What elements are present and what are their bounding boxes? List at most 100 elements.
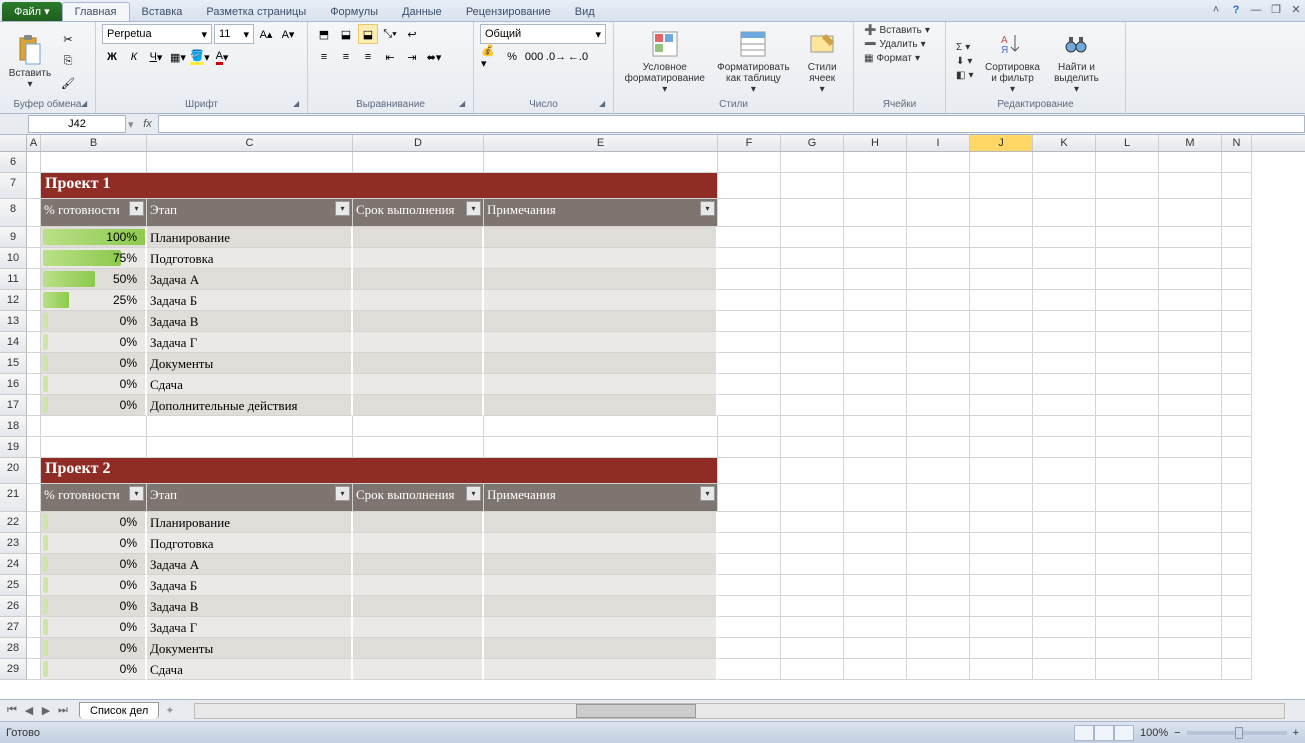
cell[interactable] — [353, 269, 484, 290]
column-header-B[interactable]: B — [41, 135, 147, 151]
cell[interactable] — [1159, 199, 1222, 227]
orientation-button[interactable]: ⤡▾ — [380, 24, 400, 44]
cut-button[interactable]: ✂ — [58, 30, 78, 50]
cell[interactable] — [353, 353, 484, 374]
cell[interactable] — [27, 199, 41, 227]
cell[interactable] — [1222, 311, 1252, 332]
cell[interactable] — [718, 152, 781, 173]
cell[interactable] — [970, 173, 1033, 199]
cell[interactable] — [1222, 659, 1252, 680]
cell[interactable] — [27, 458, 41, 484]
column-header-M[interactable]: M — [1159, 135, 1222, 151]
cell[interactable] — [970, 152, 1033, 173]
cell[interactable] — [718, 533, 781, 554]
cell[interactable] — [484, 311, 718, 332]
cell[interactable] — [484, 575, 718, 596]
cell[interactable] — [970, 395, 1033, 416]
cell[interactable] — [718, 416, 781, 437]
cell[interactable] — [1159, 575, 1222, 596]
row-header[interactable]: 19 — [0, 437, 27, 458]
cell[interactable]: Срок выполнения▾ — [353, 199, 484, 227]
cell[interactable]: Планирование — [147, 227, 353, 248]
cell[interactable] — [1159, 596, 1222, 617]
cell[interactable] — [27, 484, 41, 512]
cell[interactable] — [781, 374, 844, 395]
cell[interactable] — [1096, 395, 1159, 416]
cell[interactable] — [718, 227, 781, 248]
fill-color-button[interactable]: 🪣▾ — [190, 47, 210, 67]
row-header[interactable]: 29 — [0, 659, 27, 680]
ribbon-minimize-icon[interactable]: ˄ — [1207, 2, 1225, 17]
row-header[interactable]: 25 — [0, 575, 27, 596]
cell[interactable] — [718, 659, 781, 680]
cell[interactable] — [1159, 533, 1222, 554]
cell[interactable]: 0% — [41, 353, 147, 374]
align-bottom-button[interactable]: ⬓ — [358, 24, 378, 44]
column-header-J[interactable]: J — [970, 135, 1033, 151]
row-header[interactable]: 13 — [0, 311, 27, 332]
cell[interactable] — [27, 353, 41, 374]
sheet-nav-prev[interactable]: ◀ — [21, 703, 37, 719]
cell[interactable] — [907, 638, 970, 659]
cell[interactable] — [1096, 173, 1159, 199]
cell[interactable]: 0% — [41, 512, 147, 533]
cell[interactable] — [844, 395, 907, 416]
cell[interactable] — [970, 227, 1033, 248]
cell[interactable] — [484, 152, 718, 173]
cell[interactable] — [27, 596, 41, 617]
cell[interactable] — [1033, 173, 1096, 199]
filter-dropdown[interactable]: ▾ — [700, 201, 715, 216]
cell[interactable] — [353, 311, 484, 332]
cell[interactable] — [1159, 437, 1222, 458]
cell[interactable] — [1033, 416, 1096, 437]
cell[interactable]: Сдача — [147, 374, 353, 395]
cell[interactable]: 50% — [41, 269, 147, 290]
bold-button[interactable]: Ж — [102, 47, 122, 67]
font-name-combo[interactable]: Perpetua▾ — [102, 24, 212, 44]
cell[interactable] — [781, 638, 844, 659]
cell[interactable] — [41, 416, 147, 437]
cell[interactable] — [781, 533, 844, 554]
cell[interactable] — [718, 353, 781, 374]
filter-dropdown[interactable]: ▾ — [129, 201, 144, 216]
cell-styles-button[interactable]: Стили ячеек ▾ — [797, 26, 847, 97]
filter-dropdown[interactable]: ▾ — [129, 486, 144, 501]
cell[interactable] — [353, 290, 484, 311]
cell[interactable]: Проект 1 — [41, 173, 718, 199]
cell[interactable] — [970, 533, 1033, 554]
cell[interactable] — [353, 227, 484, 248]
cell[interactable] — [844, 617, 907, 638]
cell[interactable] — [844, 227, 907, 248]
cell[interactable] — [1222, 512, 1252, 533]
cell[interactable] — [781, 269, 844, 290]
cell[interactable]: 25% — [41, 290, 147, 311]
column-header-I[interactable]: I — [907, 135, 970, 151]
cell[interactable] — [353, 554, 484, 575]
cell[interactable] — [1159, 416, 1222, 437]
cell[interactable] — [970, 458, 1033, 484]
cell[interactable] — [27, 533, 41, 554]
cell[interactable] — [353, 437, 484, 458]
cell[interactable] — [27, 395, 41, 416]
number-format-combo[interactable]: Общий▾ — [480, 24, 606, 44]
cell[interactable] — [1033, 458, 1096, 484]
row-header[interactable]: 7 — [0, 173, 27, 199]
cell[interactable] — [27, 437, 41, 458]
cell[interactable] — [484, 554, 718, 575]
align-center-button[interactable]: ≡ — [336, 47, 356, 67]
cell[interactable] — [844, 152, 907, 173]
row-header[interactable]: 20 — [0, 458, 27, 484]
format-cells-button[interactable]: ▦Формат ▾ — [860, 52, 939, 65]
indent-decrease-button[interactable]: ⇤ — [380, 47, 400, 67]
cell[interactable] — [970, 554, 1033, 575]
cell[interactable] — [844, 374, 907, 395]
cell[interactable] — [907, 353, 970, 374]
cell[interactable]: Документы — [147, 353, 353, 374]
cell[interactable] — [1159, 227, 1222, 248]
cell[interactable] — [970, 374, 1033, 395]
align-top-button[interactable]: ⬒ — [314, 24, 334, 44]
cell[interactable] — [718, 554, 781, 575]
cell[interactable] — [1159, 458, 1222, 484]
cell[interactable] — [1159, 374, 1222, 395]
cell[interactable] — [718, 638, 781, 659]
